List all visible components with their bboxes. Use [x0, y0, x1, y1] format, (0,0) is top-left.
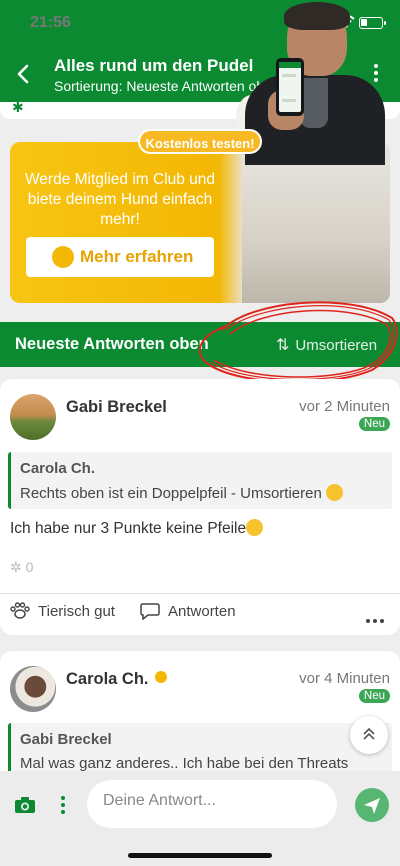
like-label: Tierisch gut: [38, 603, 115, 620]
post-author[interactable]: Gabi Breckel: [66, 398, 167, 417]
promo-headline: Werde Mitglied im Club und biete deinem …: [24, 171, 216, 228]
sort-bar: Neueste Antworten oben ⇅ Umsortieren: [0, 322, 400, 367]
double-chevron-up-icon: [363, 727, 375, 740]
home-indicator: [128, 853, 272, 858]
scroll-to-top-button[interactable]: [350, 716, 388, 754]
divider: [0, 593, 400, 594]
quote-block[interactable]: Carola Ch. Rechts oben ist ein Doppelpfe…: [8, 452, 392, 509]
speech-bubble-icon: [140, 603, 160, 620]
post-text: Ich habe nur 3 Punkte keine Pfeile: [10, 519, 264, 538]
reply-label: Antworten: [168, 603, 236, 620]
more-options-icon[interactable]: [363, 610, 384, 627]
post-author[interactable]: Carola Ch.: [66, 670, 167, 689]
send-button[interactable]: [355, 788, 389, 822]
more-info-label: Mehr erfahren: [80, 247, 194, 266]
send-icon: [364, 798, 380, 814]
banner-photo: [242, 142, 390, 303]
sort-arrows-icon: ⇅: [276, 337, 290, 354]
wink-emoji-icon: [325, 484, 343, 501]
reply-composer: [0, 771, 400, 866]
banner-photo-hair: [284, 2, 350, 30]
battery-icon: [359, 17, 386, 29]
post-actions: Tierisch gut Antworten: [0, 602, 400, 628]
new-badge: Neu: [358, 689, 390, 703]
paw-icon: [52, 246, 74, 268]
avatar[interactable]: [10, 666, 56, 712]
quote-text: Rechts oben ist ein Doppelpfeil - Umsort…: [20, 484, 343, 502]
back-arrow-icon[interactable]: [14, 62, 34, 86]
like-count: ✲ 0: [10, 559, 34, 575]
promo-badge: Kostenlos testen!: [138, 129, 262, 154]
post-time: vor 4 Minuten: [299, 670, 390, 687]
page-title: Alles rund um den Pudel: [54, 56, 254, 75]
paw-icon: ✲: [10, 559, 22, 575]
reply-button[interactable]: Antworten: [140, 602, 236, 620]
more-info-button[interactable]: Mehr erfahren: [26, 237, 214, 277]
quote-author: Gabi Breckel: [20, 731, 112, 748]
reply-input[interactable]: [103, 792, 323, 810]
camera-icon[interactable]: [14, 796, 36, 814]
avatar[interactable]: [10, 394, 56, 440]
paw-icon: [10, 602, 30, 619]
kissing-emoji-icon: [246, 519, 264, 536]
member-star-icon: [154, 671, 167, 683]
page-subtitle: Sortierung: Neueste Antworten oben: [54, 78, 280, 94]
banner-photo-shirt: [300, 78, 328, 128]
more-menu-icon[interactable]: [370, 64, 382, 84]
quote-author: Carola Ch.: [20, 460, 96, 477]
resort-label: Umsortieren: [295, 337, 378, 354]
reply-field[interactable]: [87, 780, 337, 828]
resort-button[interactable]: ⇅ Umsortieren: [276, 335, 377, 355]
paw-icon: ✱: [12, 99, 24, 115]
post-card: Gabi Breckel vor 2 Minuten Neu Carola Ch…: [0, 379, 400, 635]
like-button[interactable]: Tierisch gut: [10, 602, 115, 620]
sort-label: Neueste Antworten oben: [15, 335, 209, 353]
new-badge: Neu: [358, 417, 390, 431]
post-card: Carola Ch. vor 4 Minuten Neu Gabi Brecke…: [0, 651, 400, 781]
banner-photo-phone: [276, 58, 304, 116]
attach-menu-icon[interactable]: [61, 796, 67, 817]
post-time: vor 2 Minuten: [299, 398, 390, 415]
quote-text: Mal was ganz anderes.. Ich habe bei den …: [20, 755, 349, 772]
